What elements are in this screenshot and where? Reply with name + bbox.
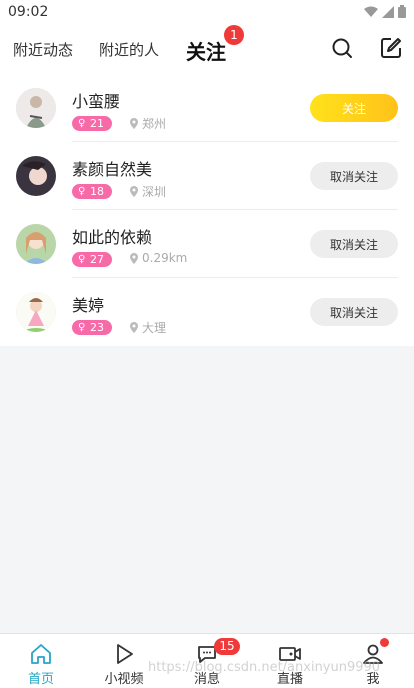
signal-icon (382, 5, 394, 18)
list-item[interactable]: 素颜自然美 ♀ 18 深圳 取消关注 (0, 142, 414, 210)
location-text: 0.29km (142, 251, 188, 265)
age-tag: ♀ 23 (72, 320, 112, 335)
follow-button[interactable]: 关注 (310, 94, 398, 122)
list-item[interactable]: 小蛮腰 ♀ 21 郑州 关注 (0, 74, 414, 142)
watermark: https://blog.csdn.net/anxinyun9990 (148, 660, 381, 675)
unfollow-button[interactable]: 取消关注 (310, 162, 398, 190)
tab-nearby-people[interactable]: 附近的人 (99, 39, 159, 60)
location: 大理 (130, 319, 166, 336)
avatar[interactable] (16, 88, 56, 128)
location: 0.29km (130, 251, 187, 265)
location-pin-icon (130, 252, 138, 264)
notification-dot (380, 638, 389, 647)
gender-icon: ♀ (78, 254, 86, 265)
location: 郑州 (130, 115, 166, 132)
location-text: 深圳 (142, 185, 167, 199)
search-icon[interactable] (330, 36, 354, 60)
tab-following[interactable]: 关注 (186, 36, 226, 65)
location: 深圳 (130, 183, 166, 200)
location-text: 大理 (142, 321, 167, 335)
battery-icon (398, 5, 406, 18)
user-name: 小蛮腰 (72, 92, 121, 111)
location-pin-icon (130, 118, 138, 129)
play-icon (117, 644, 133, 664)
status-icons (364, 5, 406, 18)
user-name: 如此的依赖 (72, 228, 153, 247)
follow-badge: 1 (224, 25, 244, 45)
avatar[interactable] (16, 292, 56, 332)
home-icon (31, 644, 51, 664)
edit-icon[interactable] (379, 36, 403, 60)
age-tag: ♀ 21 (72, 116, 112, 131)
following-list: 小蛮腰 ♀ 21 郑州 关注 素颜自然美 ♀ 18 深圳 取消关注 如此的依赖 ♀ 2… (0, 74, 414, 346)
unfollow-button[interactable]: 取消关注 (310, 298, 398, 326)
age-tag: ♀ 18 (72, 184, 112, 199)
tab-nearby-moments[interactable]: 附近动态 (13, 39, 73, 60)
status-time: 09:02 (8, 4, 49, 20)
user-name: 美婷 (72, 296, 105, 315)
wifi-icon (364, 6, 378, 17)
location-text: 郑州 (142, 117, 167, 131)
avatar[interactable] (16, 156, 56, 196)
message-badge: 15 (214, 638, 240, 655)
nav-home[interactable]: 首页 (0, 634, 82, 688)
list-item[interactable]: 如此的依赖 ♀ 27 0.29km 取消关注 (0, 210, 414, 278)
status-bar: 09:02 (0, 0, 414, 24)
gender-icon: ♀ (78, 118, 86, 129)
location-pin-icon (130, 322, 138, 333)
location-pin-icon (130, 186, 138, 197)
avatar[interactable] (16, 224, 56, 264)
gender-icon: ♀ (78, 186, 86, 197)
top-nav: 附近动态 附近的人 关注 1 (0, 24, 414, 74)
list-item[interactable]: 美婷 ♀ 23 大理 取消关注 (0, 278, 414, 346)
gender-icon: ♀ (78, 322, 86, 333)
user-name: 素颜自然美 (72, 160, 153, 179)
age-tag: ♀ 27 (72, 252, 112, 267)
unfollow-button[interactable]: 取消关注 (310, 230, 398, 258)
